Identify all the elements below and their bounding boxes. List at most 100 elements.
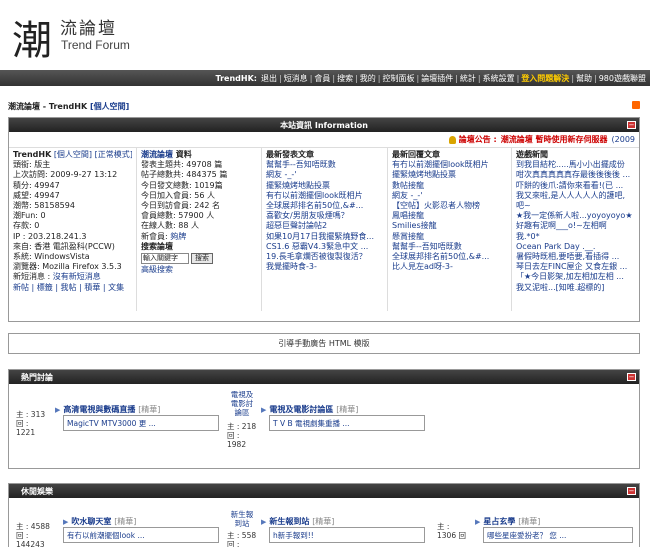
list-item[interactable]: 比人見左ad呀-3- bbox=[392, 262, 507, 272]
stats-title-suffix: 資料 bbox=[175, 150, 192, 159]
list-item[interactable]: 擺緊燒烤地點投票 bbox=[266, 181, 383, 191]
nav-item[interactable]: 我的 bbox=[358, 73, 378, 84]
nav-item[interactable]: 統計 bbox=[458, 73, 478, 84]
list-item[interactable]: 全球展邦排名前50位,&#... bbox=[392, 252, 507, 262]
list-item[interactable]: 我覺擺時食-3- bbox=[266, 262, 383, 272]
forum-name[interactable]: ▶ 吹水聊天室 [精華] bbox=[63, 516, 136, 527]
message-link[interactable]: 沒有新短消息 bbox=[53, 272, 101, 281]
forum-tag[interactable]: [精華] bbox=[138, 405, 160, 414]
list-item[interactable]: 琴日去左FINC屋企 又食左銀 ... bbox=[516, 262, 635, 272]
forum-last-post[interactable]: h新手報到!! bbox=[269, 527, 425, 543]
side-name-line[interactable]: 電視及 bbox=[227, 390, 257, 399]
user-bottom-links[interactable]: 新帖 | 標籤 | 我帖 | 積華 | 文集 bbox=[13, 283, 132, 293]
list-item[interactable]: 網友 -_-' bbox=[392, 191, 507, 201]
rss-icon[interactable] bbox=[632, 101, 640, 109]
side-name-line[interactable]: 論區 bbox=[227, 408, 257, 417]
list-item[interactable]: Smilies接龍 bbox=[392, 221, 507, 231]
list-item[interactable]: 擺緊燒烤地點投票 bbox=[392, 170, 507, 180]
side-name-line[interactable]: 新生報 bbox=[227, 510, 257, 519]
search-button[interactable]: 搜索 bbox=[191, 253, 213, 265]
nav-item[interactable]: 論壇插件 bbox=[419, 73, 455, 84]
list-item[interactable]: 到我目結柁.....馬小小出擺成份 bbox=[516, 160, 635, 170]
forum-tag[interactable]: [精華] bbox=[518, 517, 540, 526]
info-columns: TrendHK [個人空間] [正常模式] 頭銜: 版主 上次訪問: 2009-9… bbox=[9, 148, 639, 311]
user-links[interactable]: [個人空間] [正常模式] bbox=[54, 150, 132, 159]
list-item[interactable]: 吧~ bbox=[516, 201, 635, 211]
list-item: 來自: 香港 電訊盈科(PCCW) bbox=[13, 241, 115, 251]
logo-chinese[interactable]: 流論壇 bbox=[60, 14, 117, 39]
list-item[interactable]: 如果10月17日我擺緊燒野食... bbox=[266, 232, 383, 242]
list-item[interactable]: 全球展邦排名前50位,&#... bbox=[266, 201, 383, 211]
nav-item[interactable]: 搜索 bbox=[335, 73, 355, 84]
forum-name[interactable]: ▶ 星占玄學 [精華] bbox=[475, 516, 540, 527]
list-item[interactable]: 喜歡女/男朋友吸煙嗎？ bbox=[266, 211, 383, 221]
forum-last-post[interactable]: MagicTV MTV3000 更 ... bbox=[63, 415, 219, 431]
list-item[interactable]: Ocean Park Day .__. bbox=[516, 242, 635, 252]
list-item[interactable]: 數帖接龍 bbox=[392, 181, 507, 191]
nav-item[interactable]: 系統設置 bbox=[481, 73, 517, 84]
stats-title-link[interactable]: 潮流論壇 bbox=[141, 150, 173, 159]
search-input[interactable]: 輸入關鍵字 bbox=[141, 253, 189, 265]
forum-name[interactable]: ▶ 新生報到站 [精華] bbox=[261, 516, 334, 527]
list-item[interactable]: 吓餅的後爪:請你來看看!(已 ... bbox=[516, 181, 635, 191]
forum-name[interactable]: ▶ 電視及電影討論區 [精華] bbox=[261, 404, 358, 415]
nav-item[interactable]: 控制面板 bbox=[381, 73, 417, 84]
list-item[interactable]: 我.*0* bbox=[516, 232, 635, 242]
announce-text[interactable]: 潮流論壇 暫時使用新存伺服器 bbox=[501, 134, 608, 145]
list-item[interactable]: 【空帖】火影忍者人物榜 bbox=[392, 201, 507, 211]
nav-item[interactable]: 幫助 bbox=[574, 73, 594, 84]
forum-tag[interactable]: [精華] bbox=[312, 517, 334, 526]
list-item[interactable]: 有冇以前潮擺個look既相片 bbox=[266, 191, 383, 201]
nav-item[interactable]: 登入問題解決 bbox=[519, 73, 571, 84]
list-item[interactable]: CS1.6 惡霸V4.3緊急中文 ... bbox=[266, 242, 383, 252]
side-name-line[interactable]: 電影討 bbox=[227, 399, 257, 408]
forum-tag[interactable]: [精華] bbox=[336, 405, 358, 414]
list-item[interactable]: 19.長毛拿爛否被復製復活？ bbox=[266, 252, 383, 262]
list-item[interactable]: ★我一定係新人啦...yoyoyoyo★ bbox=[516, 211, 635, 221]
collapse-icon[interactable]: − bbox=[627, 487, 636, 495]
list-item[interactable]: 「★今日影架,加左相加左相 ... bbox=[516, 272, 635, 282]
arrow-icon: ▶ bbox=[261, 518, 267, 526]
forum-name[interactable]: ▶ 高清電視與數碼直播 [精華] bbox=[55, 404, 160, 415]
newest-member-link[interactable]: 夠牌 bbox=[170, 232, 186, 241]
forum-last-post[interactable]: 哪些星座愛扮老？ 您 ... bbox=[483, 527, 633, 543]
breadcrumb-space-link[interactable]: [個人空間] bbox=[90, 102, 129, 111]
list-item[interactable]: 暑假時既相,要唔要,看插得 ... bbox=[516, 252, 635, 262]
nav-item[interactable]: 會員 bbox=[312, 73, 332, 84]
breadcrumb-site[interactable]: 潮流論壇 - TrendHK bbox=[8, 102, 87, 111]
list-item[interactable]: 好趣有泥啊___o!~左相啊 bbox=[516, 221, 635, 231]
forum-title[interactable]: 吹水聊天室 bbox=[71, 517, 111, 526]
forum-title[interactable]: 高清電視與數碼直播 bbox=[63, 405, 135, 414]
list-item[interactable]: 幫幫手--吾知唔既數 bbox=[392, 242, 507, 252]
list-item[interactable]: 鳳唱接龍 bbox=[392, 211, 507, 221]
list-item[interactable]: 幫幫手--吾知唔既數 bbox=[266, 160, 383, 170]
forum-title[interactable]: 星占玄學 bbox=[483, 517, 515, 526]
forum-last-post[interactable]: T V B 電視劇集重播 ... bbox=[269, 415, 425, 431]
forum-side-name[interactable]: 電視及 電影討 論區 bbox=[227, 390, 257, 417]
forum-last-post[interactable]: 有冇以前潮擺個look ... bbox=[63, 527, 219, 543]
forum-title[interactable]: 電視及電影討論區 bbox=[269, 405, 333, 414]
collapse-icon[interactable]: − bbox=[627, 373, 636, 381]
forum-tag[interactable]: [精華] bbox=[114, 517, 136, 526]
nav-item[interactable]: 短消息 bbox=[282, 73, 310, 84]
nav-item[interactable]: 980遊戲聯盟 bbox=[597, 73, 648, 84]
list-item[interactable]: 我又來啦,是人人人人人的護吧, bbox=[516, 191, 635, 201]
logo-english[interactable]: Trend Forum bbox=[61, 38, 130, 52]
nav-item[interactable]: 退出 bbox=[259, 73, 279, 84]
list-item[interactable]: 懸賞接龍 bbox=[392, 232, 507, 242]
list-item[interactable]: 超惡巨聲討論帖2 bbox=[266, 221, 383, 231]
forum-stats: 主 : 558 回 : bbox=[227, 531, 256, 547]
forum-side-name[interactable]: 新生報 到站 bbox=[227, 510, 257, 528]
list-item[interactable]: 網友 -_-' bbox=[266, 170, 383, 180]
arrow-icon: ▶ bbox=[261, 406, 267, 414]
advanced-search-link[interactable]: 高級搜索 bbox=[141, 265, 257, 275]
list-item: 積分: 49947 bbox=[13, 180, 60, 190]
list-item[interactable]: 有冇以前潮擺個look既相片 bbox=[392, 160, 507, 170]
collapse-icon[interactable]: − bbox=[627, 121, 636, 129]
logo-glyph[interactable]: 潮 bbox=[12, 8, 52, 66]
list-item[interactable]: 我又泥啦...[知唯.超標的] bbox=[516, 283, 635, 293]
side-name-line[interactable]: 到站 bbox=[227, 519, 257, 528]
list-item[interactable]: 咁次真真真真真存最後後後後 ... bbox=[516, 170, 635, 180]
stat-replies: 144243 bbox=[16, 540, 45, 547]
forum-title[interactable]: 新生報到站 bbox=[269, 517, 309, 526]
